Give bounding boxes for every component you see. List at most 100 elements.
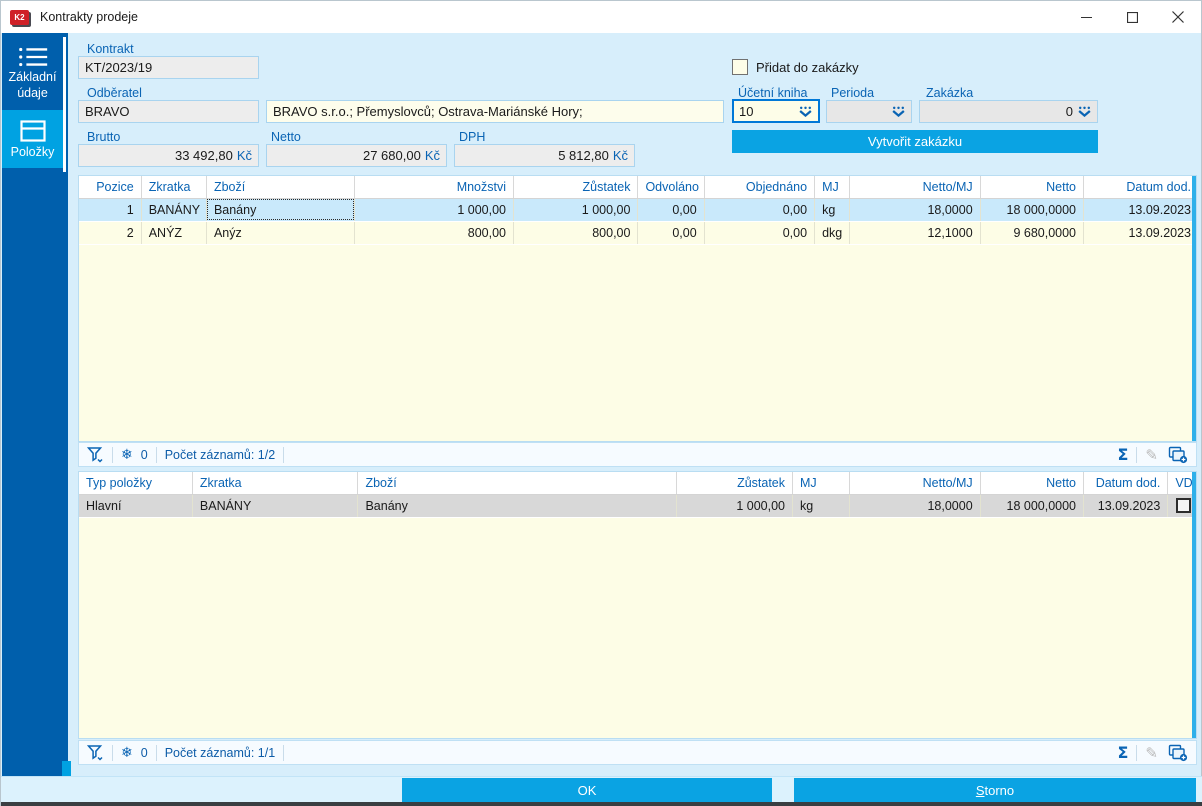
column-header-objednano[interactable]: Objednáno bbox=[704, 176, 816, 199]
cell-objednano[interactable]: 0,00 bbox=[704, 221, 816, 245]
vd-checkbox[interactable] bbox=[1175, 498, 1191, 513]
cell-zkratka[interactable]: ANÝZ bbox=[141, 221, 207, 245]
table-row[interactable]: 1 BANÁNY Banány 1 000,00 1 000,00 0,00 0… bbox=[79, 198, 1196, 222]
filter-icon[interactable] bbox=[87, 744, 104, 761]
cell-datum-dod[interactable]: 13.09.2023 bbox=[1083, 221, 1196, 245]
subitems-grid-header: Typ položky Zkratka Zboží Zůstatek MJ Ne… bbox=[79, 472, 1196, 495]
minimize-icon bbox=[1080, 16, 1092, 18]
cell-mnozstvi[interactable]: 1 000,00 bbox=[354, 198, 515, 222]
close-icon bbox=[1172, 11, 1184, 23]
cell-netto[interactable]: 18 000,0000 bbox=[980, 198, 1085, 222]
copy-add-icon[interactable] bbox=[1168, 446, 1188, 464]
column-header-mj[interactable]: MJ bbox=[814, 176, 851, 199]
cell-datum-dod[interactable]: 13.09.2023 bbox=[1083, 198, 1196, 222]
cell-typ-polozky[interactable]: Hlavní bbox=[79, 494, 193, 518]
edit-pencil-icon[interactable]: ✎ bbox=[1145, 744, 1158, 762]
sum-icon[interactable]: Σ bbox=[1117, 445, 1128, 464]
cell-netto-mj[interactable]: 18,0000 bbox=[849, 494, 981, 518]
box-icon bbox=[19, 119, 46, 142]
list-icon bbox=[18, 47, 47, 67]
edit-pencil-icon[interactable]: ✎ bbox=[1145, 446, 1158, 464]
filter-icon[interactable] bbox=[87, 446, 104, 463]
statusbar-separator bbox=[1136, 446, 1138, 463]
kontrakt-label: Kontrakt bbox=[87, 42, 134, 56]
cell-odvolano[interactable]: 0,00 bbox=[637, 198, 705, 222]
odberatel-code-field[interactable]: BRAVO bbox=[78, 100, 259, 123]
sidebar-item-zakladni-udaje[interactable]: Základní údaje bbox=[2, 37, 63, 110]
cell-netto[interactable]: 9 680,0000 bbox=[980, 221, 1085, 245]
netto-value: 27 680,00 bbox=[362, 148, 421, 163]
dph-value: 5 812,80 bbox=[558, 148, 609, 163]
grid-scrollbar[interactable] bbox=[1192, 472, 1196, 738]
table-row[interactable]: 2 ANÝZ Anýz 800,00 800,00 0,00 0,00 dkg … bbox=[79, 221, 1196, 245]
column-header-zkratka[interactable]: Zkratka bbox=[192, 472, 359, 495]
column-header-pozice[interactable]: Pozice bbox=[79, 176, 142, 199]
cell-zustatek[interactable]: 1 000,00 bbox=[513, 198, 639, 222]
table-row[interactable]: Hlavní BANÁNY Banány 1 000,00 kg 18,0000… bbox=[79, 494, 1196, 518]
maximize-button[interactable] bbox=[1109, 1, 1155, 33]
odberatel-name-field[interactable]: BRAVO s.r.o.; Přemyslovců; Ostrava-Mariá… bbox=[266, 100, 724, 123]
column-header-zustatek[interactable]: Zůstatek bbox=[513, 176, 639, 199]
ucetni-kniha-label: Účetní kniha bbox=[738, 86, 808, 100]
frozen-records-icon[interactable]: ❄ bbox=[121, 446, 133, 463]
cell-pozice[interactable]: 2 bbox=[79, 221, 142, 245]
sidebar-item-polozky[interactable]: Položky bbox=[2, 109, 63, 172]
minimize-button[interactable] bbox=[1063, 1, 1109, 33]
storno-button[interactable]: Storno bbox=[794, 778, 1196, 802]
pridat-do-zakazky-checkbox[interactable] bbox=[732, 59, 748, 75]
cell-zbozi-focused[interactable]: Banány bbox=[206, 198, 356, 222]
column-header-zkratka[interactable]: Zkratka bbox=[141, 176, 207, 199]
column-header-mnozstvi[interactable]: Množstvi bbox=[354, 176, 515, 199]
cell-datum-dod[interactable]: 13.09.2023 bbox=[1083, 494, 1169, 518]
dropdown-icon[interactable] bbox=[891, 106, 906, 117]
cell-pozice[interactable]: 1 bbox=[79, 198, 142, 222]
cell-netto-mj[interactable]: 18,0000 bbox=[849, 198, 981, 222]
copy-add-icon[interactable] bbox=[1168, 744, 1188, 762]
statusbar-separator bbox=[155, 446, 157, 463]
column-header-datum-dod[interactable]: Datum dod. bbox=[1083, 176, 1196, 199]
vytvorit-zakazku-button[interactable]: Vytvořit zakázku bbox=[732, 130, 1098, 153]
cell-mj[interactable]: kg bbox=[792, 494, 851, 518]
cell-netto[interactable]: 18 000,0000 bbox=[980, 494, 1085, 518]
cell-zkratka[interactable]: BANÁNY bbox=[192, 494, 359, 518]
column-header-netto-mj[interactable]: Netto/MJ bbox=[849, 472, 981, 495]
close-button[interactable] bbox=[1155, 1, 1201, 33]
dropdown-icon[interactable] bbox=[1077, 106, 1092, 117]
column-header-typ-polozky[interactable]: Typ položky bbox=[79, 472, 193, 495]
cell-mj[interactable]: dkg bbox=[814, 221, 851, 245]
column-header-zbozi[interactable]: Zboží bbox=[357, 472, 677, 495]
grid-scrollbar[interactable] bbox=[1192, 176, 1196, 441]
sidebar-scroll-indicator[interactable] bbox=[62, 761, 71, 776]
column-header-netto[interactable]: Netto bbox=[980, 472, 1085, 495]
cell-netto-mj[interactable]: 12,1000 bbox=[849, 221, 981, 245]
kontrakt-field[interactable]: KT/2023/19 bbox=[78, 56, 259, 79]
cell-objednano[interactable]: 0,00 bbox=[704, 198, 816, 222]
ucetni-kniha-combo[interactable]: 10 bbox=[732, 99, 820, 123]
dropdown-icon[interactable] bbox=[798, 106, 813, 117]
column-header-netto[interactable]: Netto bbox=[980, 176, 1085, 199]
cell-mj[interactable]: kg bbox=[814, 198, 851, 222]
cell-mnozstvi[interactable]: 800,00 bbox=[354, 221, 515, 245]
ok-button[interactable]: OK bbox=[402, 778, 772, 802]
column-header-zustatek[interactable]: Zůstatek bbox=[676, 472, 794, 495]
ucetni-kniha-value: 10 bbox=[739, 103, 754, 119]
cell-zbozi[interactable]: Anýz bbox=[206, 221, 356, 245]
sidebar-item-label: Položky bbox=[10, 144, 55, 159]
column-header-odvolano[interactable]: Odvoláno bbox=[637, 176, 705, 199]
frozen-records-icon[interactable]: ❄ bbox=[121, 744, 133, 761]
cell-zustatek[interactable]: 1 000,00 bbox=[676, 494, 794, 518]
sum-icon[interactable]: Σ bbox=[1117, 743, 1128, 762]
column-header-mj[interactable]: MJ bbox=[792, 472, 851, 495]
cell-zkratka[interactable]: BANÁNY bbox=[141, 198, 207, 222]
storno-label-rest: torno bbox=[984, 782, 1015, 798]
cell-zustatek[interactable]: 800,00 bbox=[513, 221, 639, 245]
cell-zbozi[interactable]: Banány bbox=[357, 494, 677, 518]
items-grid-header: Pozice Zkratka Zboží Množstvi Zůstatek O… bbox=[79, 176, 1196, 199]
sidebar-item-label: Základní údaje bbox=[8, 70, 57, 101]
column-header-netto-mj[interactable]: Netto/MJ bbox=[849, 176, 981, 199]
column-header-datum-dod[interactable]: Datum dod. bbox=[1083, 472, 1169, 495]
zakazka-combo[interactable]: 0 bbox=[919, 100, 1098, 123]
perioda-combo[interactable] bbox=[826, 100, 912, 123]
cell-odvolano[interactable]: 0,00 bbox=[637, 221, 705, 245]
column-header-zbozi[interactable]: Zboží bbox=[206, 176, 356, 199]
